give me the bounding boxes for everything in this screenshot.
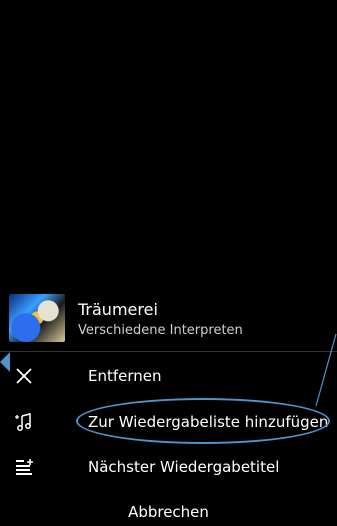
add-to-playlist-menu-item[interactable]: Zur Wiedergabeliste hinzufügen [0, 403, 337, 441]
album-art [9, 294, 65, 342]
add-to-playlist-icon [10, 408, 38, 436]
close-icon [10, 362, 38, 390]
song-options-sheet: Träumerei Verschiedene Interpreten Entfe… [0, 288, 337, 526]
play-next-icon [10, 453, 38, 481]
cancel-button[interactable]: Abbrechen [0, 499, 337, 525]
remove-menu-item[interactable]: Entfernen [0, 357, 337, 395]
play-next-menu-item[interactable]: Nächster Wiedergabetitel [0, 448, 337, 486]
add-to-playlist-label: Zur Wiedergabeliste hinzufügen [88, 413, 329, 431]
remove-label: Entfernen [88, 367, 162, 385]
track-artist: Verschiedene Interpreten [78, 323, 243, 338]
header-divider [0, 351, 337, 352]
play-next-label: Nächster Wiedergabetitel [88, 458, 280, 476]
track-header: Träumerei Verschiedene Interpreten [0, 288, 337, 348]
left-accent-marker [0, 352, 10, 372]
track-title: Träumerei [78, 300, 158, 319]
